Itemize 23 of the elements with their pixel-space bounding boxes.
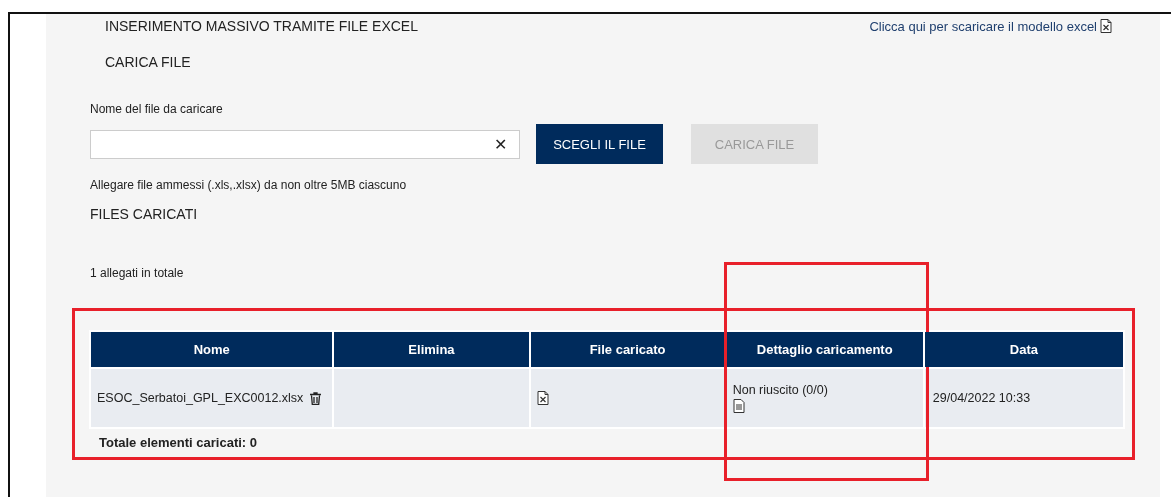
column-header: Dettaglio caricamento <box>756 342 893 357</box>
section-title: FILES CARICATI <box>90 206 199 222</box>
document-icon[interactable] <box>732 399 745 413</box>
file-name-field[interactable]: ✕ <box>90 129 520 159</box>
total-uploaded: Totale elementi caricati: 0 <box>99 435 258 450</box>
clear-icon[interactable]: ✕ <box>494 134 507 154</box>
attachment-count: 1 allegati in totale <box>90 266 185 280</box>
template-download-link[interactable]: Clicca qui per scaricare il modello excel <box>869 18 1112 34</box>
page-title: INSERIMENTO MASSIVO TRAMITE FILE EXCEL <box>104 18 418 34</box>
file-name: ESOC_Serbatoi_GPL_EXC0012.xlsx <box>97 391 304 405</box>
spreadsheet-icon[interactable] <box>536 391 549 405</box>
trash-icon[interactable] <box>310 391 322 405</box>
upload-status: Non riuscito (0/0) <box>732 383 829 397</box>
column-header: Nome <box>193 342 230 357</box>
spreadsheet-icon <box>1100 19 1112 33</box>
column-header: Elimina <box>408 342 455 357</box>
section-title: CARICA FILE <box>104 54 192 70</box>
field-label: Nome del file da caricare <box>90 102 224 116</box>
choose-file-button[interactable]: SCEGLI IL FILE <box>536 124 663 164</box>
file-hint: Allegare file ammessi (.xls,.xlsx) da non oltre 5MB ciascuno <box>90 178 408 192</box>
upload-date: 29/04/2022 10:33 <box>932 391 1031 405</box>
column-header: File caricato <box>589 342 666 357</box>
column-header: Data <box>1009 342 1038 357</box>
